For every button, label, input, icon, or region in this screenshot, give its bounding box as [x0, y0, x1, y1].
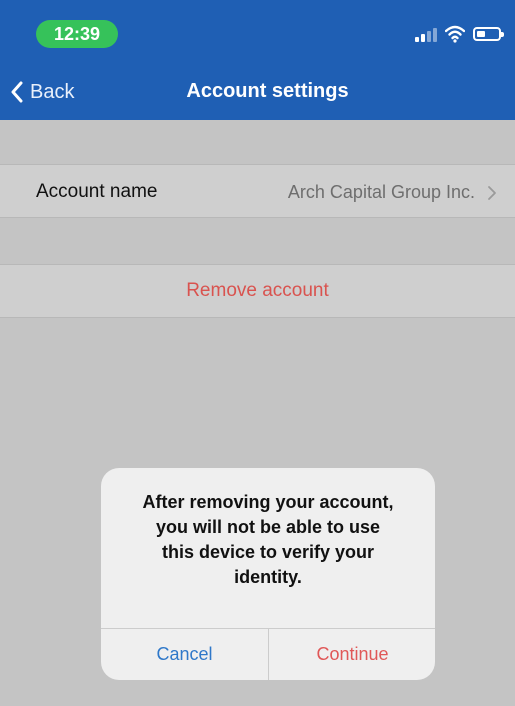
continue-button[interactable]: Continue — [269, 628, 435, 680]
chevron-right-icon — [488, 186, 496, 200]
account-name-label: Account name — [36, 181, 158, 202]
battery-icon — [473, 27, 504, 41]
top-bar: 12:39 Back Account settings — [0, 0, 515, 120]
confirm-remove-dialog: After removing your account, you will no… — [101, 468, 435, 680]
cellular-signal-icon — [415, 26, 437, 42]
remove-account-button[interactable]: Remove account — [0, 264, 515, 318]
remove-account-label: Remove account — [186, 280, 329, 301]
account-name-value: Arch Capital Group Inc. — [287, 182, 475, 202]
status-time: 12:39 — [36, 20, 118, 48]
status-icons — [415, 24, 504, 44]
cancel-button[interactable]: Cancel — [101, 628, 268, 680]
page-title: Account settings — [186, 80, 349, 102]
account-name-row[interactable]: Account name Arch Capital Group Inc. — [0, 164, 515, 218]
dialog-message: After removing your account, you will no… — [142, 492, 394, 587]
wifi-icon — [445, 25, 465, 43]
